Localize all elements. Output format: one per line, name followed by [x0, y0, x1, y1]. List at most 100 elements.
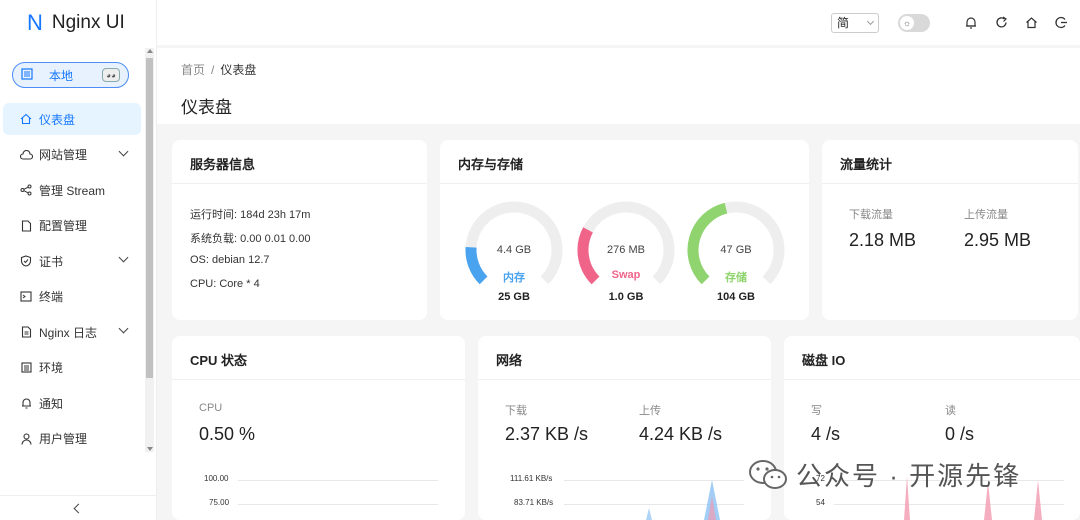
- log-icon: [19, 326, 33, 338]
- sidebar-scrollbar[interactable]: [145, 48, 154, 452]
- sidebar-item[interactable]: 证书: [3, 245, 141, 277]
- net-download-label: 下载: [505, 405, 527, 417]
- scroll-down-icon[interactable]: [147, 447, 153, 451]
- sidebar-item[interactable]: 用户管理: [3, 423, 141, 455]
- robot-icon[interactable]: ◕◕: [102, 68, 120, 82]
- bell-icon: [19, 397, 33, 409]
- gauge-total: 104 GB: [717, 291, 755, 303]
- download-traffic-label: 下载流量: [849, 209, 893, 221]
- sidebar-item[interactable]: 管理 Stream: [3, 174, 141, 206]
- load-text: 系统负载: 0.00 0.01 0.00: [190, 233, 311, 245]
- uptime-text: 运行时间: 184d 23h 17m: [190, 209, 311, 221]
- gauge-total: 25 GB: [498, 291, 530, 303]
- cpu-value: 0.50 %: [199, 424, 256, 444]
- sidebar-item-label: Nginx 日志: [39, 325, 98, 340]
- sidebar-item[interactable]: 通知: [3, 387, 141, 419]
- home-icon: [19, 113, 33, 125]
- network-spike-chart: [646, 480, 720, 520]
- sidebar-item[interactable]: 仪表盘: [3, 103, 141, 135]
- sidebar-item-label: 配置管理: [39, 219, 88, 233]
- logout-icon[interactable]: [1054, 16, 1068, 30]
- gauge-label: Swap: [611, 269, 641, 281]
- file-icon: [19, 219, 33, 232]
- scroll-up-icon[interactable]: [147, 49, 153, 53]
- download-traffic-value: 2.18 MB: [849, 230, 917, 250]
- sidebar: N Nginx UI 本地 ◕◕ 仪表盘网站管理管理 Stream 配置管理证书终…: [0, 0, 157, 520]
- app-title: Nginx UI: [51, 11, 125, 33]
- chevron-down-icon: [118, 146, 129, 156]
- home-icon[interactable]: [1024, 16, 1038, 30]
- card-title: 服务器信息: [172, 140, 427, 184]
- card-title: 磁盘 IO: [784, 336, 1080, 380]
- disk-write-value: 4 /s: [811, 424, 841, 444]
- disk-read-value: 0 /s: [945, 424, 975, 444]
- sidebar-item-label: 证书: [39, 254, 64, 269]
- theme-toggle[interactable]: ☼: [898, 13, 930, 32]
- net-download-value: 2.37 KB /s: [505, 424, 589, 444]
- card-title: 网络: [478, 336, 771, 380]
- gauge-value: 276 MB: [607, 244, 645, 256]
- breadcrumb-current: 仪表盘: [220, 63, 257, 77]
- sidebar-nav: 仪表盘网站管理管理 Stream 配置管理证书终端 Nginx 日志 环境通知用户管理: [0, 103, 145, 458]
- cpu-axis-label: 100.00: [204, 474, 229, 483]
- page-header: 首页 / 仪表盘 仪表盘: [157, 48, 1080, 124]
- nginx-logo-icon: N: [27, 9, 43, 35]
- cpu-label: CPU: [199, 402, 223, 414]
- sidebar-item[interactable]: 配置管理: [3, 210, 141, 242]
- server-info-card: 服务器信息 运行时间: 184d 23h 17m 系统负载: 0.00 0.01…: [172, 140, 427, 320]
- gauge-value: 4.4 GB: [496, 244, 532, 256]
- gauge-value: 47 GB: [720, 244, 752, 256]
- top-header: 简 ☼: [157, 0, 1080, 45]
- gauge-label: 存储: [725, 272, 747, 284]
- network-card: 网络 下载 2.37 KB /s 上传 4.24 KB /s 111.61 KB…: [478, 336, 771, 520]
- traffic-card: 流量统计 下载流量 2.18 MB 上传流量 2.95 MB: [822, 140, 1078, 320]
- chevron-down-icon: [118, 252, 129, 263]
- sidebar-item[interactable]: 终端: [3, 281, 141, 313]
- disk-io-spike: [1034, 480, 1042, 520]
- user-icon: [19, 432, 33, 445]
- sidebar-item-label: 用户管理: [39, 432, 88, 446]
- breadcrumb-separator: /: [211, 63, 215, 77]
- net-axis-label: 111.61 KB/s: [510, 474, 553, 483]
- language-select[interactable]: 简: [831, 12, 879, 33]
- share-icon: [19, 184, 33, 196]
- upload-traffic-value: 2.95 MB: [964, 230, 1032, 250]
- environment-selector[interactable]: 本地 ◕◕: [12, 62, 129, 88]
- sidebar-item-label: 仪表盘: [39, 112, 76, 127]
- sidebar-item-label: 通知: [39, 396, 64, 411]
- net-upload-value: 4.24 KB /s: [639, 424, 723, 444]
- gauge-label: 内存: [503, 272, 525, 284]
- bell-icon[interactable]: [964, 16, 978, 30]
- sidebar-item-label: 网站管理: [39, 148, 88, 162]
- reload-icon[interactable]: [994, 16, 1008, 30]
- net-axis-label: 83.71 KB/s: [514, 498, 554, 507]
- memory-storage-card: 内存与存储 4.4 GB 内存 25 GB 276 MB Swap 1.0 GB 47 GB…: [440, 140, 809, 320]
- terminal-icon: [19, 291, 33, 302]
- chevron-left-icon: [73, 503, 84, 513]
- net-upload-label: 上传: [639, 405, 661, 417]
- list-icon: [21, 67, 35, 83]
- shield-icon: [19, 255, 33, 267]
- cloud-icon: [19, 149, 33, 160]
- app-logo[interactable]: N Nginx UI: [0, 0, 156, 45]
- chevron-down-icon: [866, 17, 875, 25]
- breadcrumb-home[interactable]: 首页: [181, 63, 205, 77]
- cpu-info-text: CPU: Core * 4: [190, 278, 260, 290]
- disk-write-label: 写: [811, 405, 822, 417]
- sidebar-item-label: 管理 Stream: [39, 183, 106, 198]
- breadcrumb: 首页 / 仪表盘: [181, 61, 1080, 78]
- sidebar-item-label: 环境: [39, 361, 64, 375]
- language-value: 简: [837, 16, 850, 30]
- scrollbar-thumb[interactable]: [146, 58, 153, 378]
- chevron-down-icon: [118, 323, 129, 334]
- card-title: CPU 状态: [172, 336, 465, 380]
- sidebar-item[interactable]: 环境: [3, 352, 141, 384]
- sun-icon: ☼: [900, 15, 914, 30]
- card-title: 内存与存储: [440, 140, 809, 184]
- sidebar-item[interactable]: Nginx 日志: [3, 316, 141, 348]
- collapse-sidebar-button[interactable]: [0, 495, 157, 520]
- disk-read-label: 读: [945, 405, 956, 417]
- sidebar-item[interactable]: 网站管理: [3, 139, 141, 171]
- watermark-text: 公众号 · 开源先锋: [796, 461, 1022, 491]
- sidebar-item-label: 终端: [39, 290, 64, 304]
